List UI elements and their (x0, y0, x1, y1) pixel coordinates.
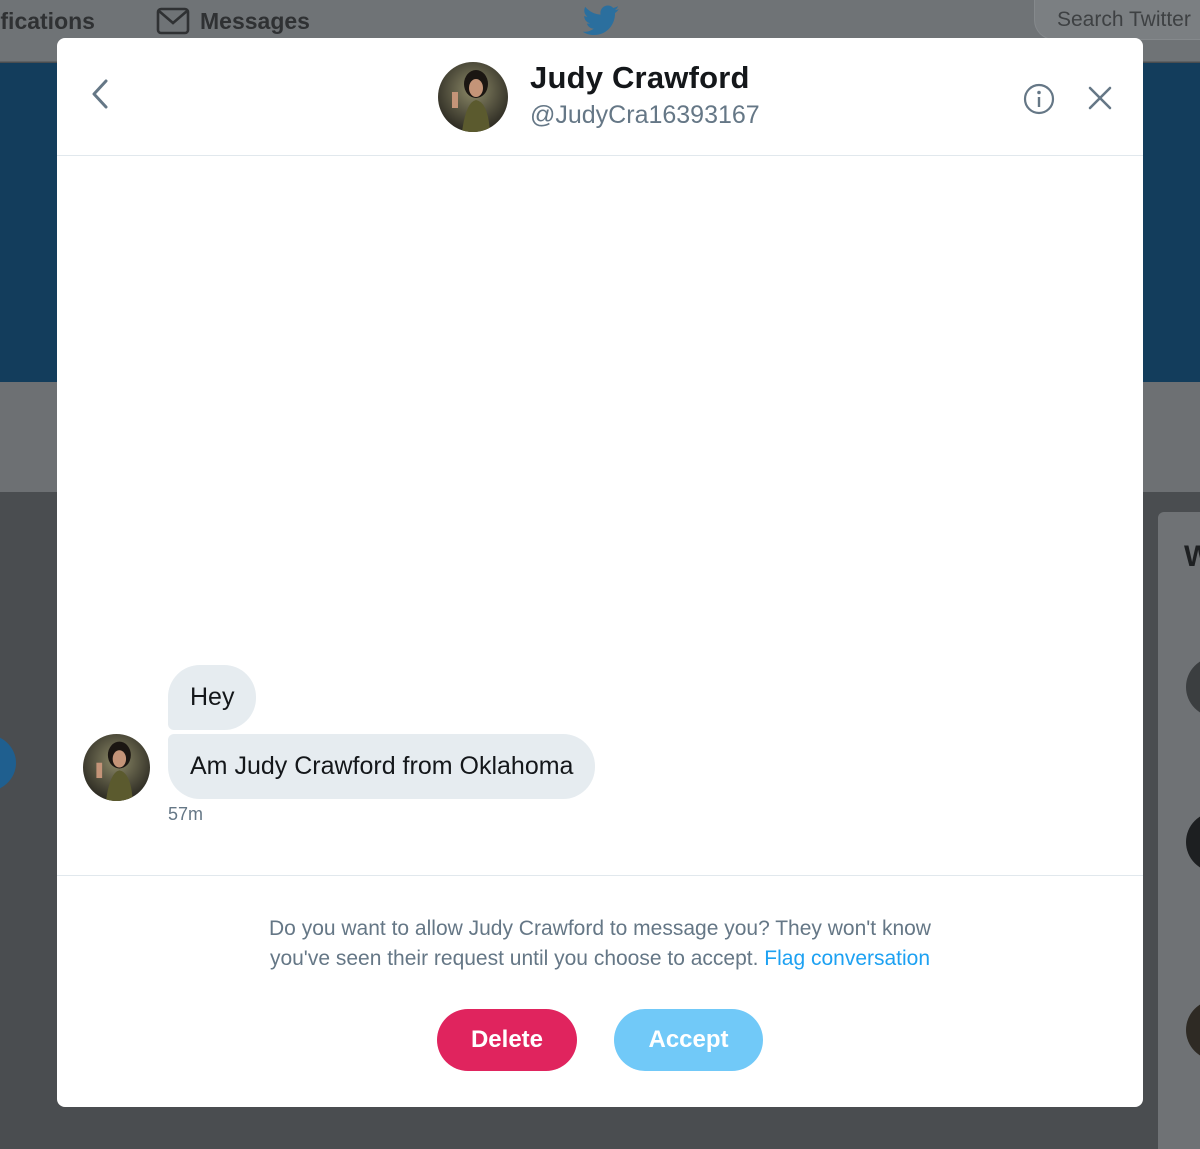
request-prompt-line-1: Do you want to allow Judy Crawford to me… (269, 917, 931, 940)
message-text: Hey (190, 683, 235, 711)
nav-messages[interactable]: Messages (156, 6, 310, 36)
who-to-follow-heading: W (1184, 540, 1200, 573)
message-request-dialog: Judy Crawford @JudyCra16393167 Hey Am Ju… (57, 38, 1143, 1107)
message-request-footer: Do you want to allow Judy Crawford to me… (57, 875, 1143, 1107)
envelope-icon (156, 7, 190, 35)
delete-button[interactable]: Delete (437, 1009, 577, 1071)
profile-avatar-edge (0, 734, 16, 792)
sender-avatar-image (83, 734, 150, 801)
nav-messages-label: Messages (200, 7, 310, 34)
close-icon[interactable] (1087, 84, 1113, 112)
accept-button[interactable]: Accept (614, 1009, 763, 1071)
nav-notifications[interactable]: ifications (0, 6, 95, 36)
twitter-bird-icon[interactable] (581, 4, 621, 38)
sender-avatar[interactable] (83, 734, 150, 801)
search-input[interactable]: Search Twitter (1034, 0, 1200, 40)
dialog-header: Judy Crawford @JudyCra16393167 (57, 38, 1143, 156)
message-bubble[interactable]: Hey (168, 665, 257, 730)
chevron-left-icon[interactable] (85, 76, 115, 112)
flag-conversation-link[interactable]: Flag conversation (764, 947, 930, 970)
contact-name: Judy Crawford (530, 60, 750, 95)
info-circle-icon[interactable] (1023, 83, 1055, 115)
request-prompt: Do you want to allow Judy Crawford to me… (57, 914, 1143, 974)
nav-notifications-label: ifications (0, 7, 95, 34)
conversation-thread[interactable]: Hey Am Judy Crawford from Oklahoma 57m (57, 156, 1143, 875)
avatar-image (438, 62, 508, 132)
message-timestamp: 57m (168, 804, 204, 824)
avatar[interactable] (438, 62, 508, 132)
message-text: Am Judy Crawford from Oklahoma (190, 752, 574, 780)
request-prompt-line-2: you've seen their request until you choo… (269, 947, 759, 970)
contact-handle: @JudyCra16393167 (530, 101, 760, 129)
message-bubble[interactable]: Am Judy Crawford from Oklahoma (168, 734, 596, 799)
search-placeholder: Search Twitter (1057, 8, 1191, 31)
